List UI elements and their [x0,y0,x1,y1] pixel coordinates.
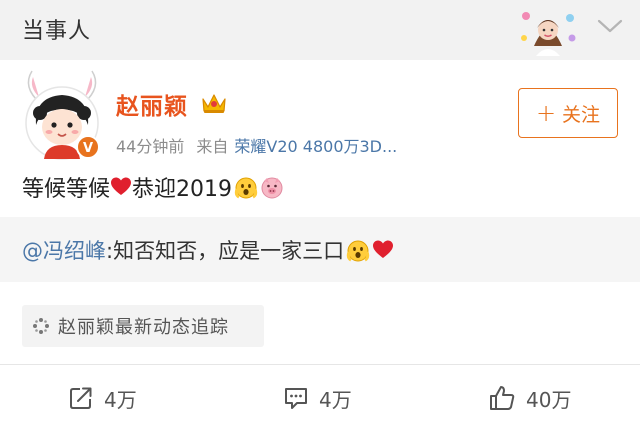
plus-icon: + [535,99,557,127]
repost-body: :知否知否，应是一家三口 [106,239,345,263]
topic-label: 赵丽颖最新动态追踪 [58,317,229,338]
comment-count: 4万 [319,387,352,412]
comment-button[interactable]: 4万 [283,378,352,418]
divider [0,364,640,365]
post-meta: 44分钟前 来自 荣耀V20 4800万3D... [116,133,397,157]
repost-count: 4万 [104,387,137,412]
fearful-face-icon [234,177,258,199]
follow-button[interactable]: + 关注 [518,88,618,138]
heart-icon [373,240,394,258]
post-text-part2: 恭迎2019 [132,177,233,202]
comment-icon [285,388,307,409]
sparkle-icon [33,318,49,334]
cartoon-avatar-icon[interactable]: V [18,67,106,163]
mention-link[interactable]: @冯绍峰 [22,235,106,265]
post-text-part1: 等候等候 [22,177,111,202]
profile-avatar-icon[interactable] [516,4,580,56]
repost-box[interactable]: @冯绍峰 :知否知否，应是一家三口 [0,217,640,282]
follow-label: 关注 [562,103,601,126]
repost-text: @冯绍峰 :知否知否，应是一家三口 [22,235,394,265]
from-label: 来自 [196,137,229,156]
thumbs-up-icon [490,386,515,410]
like-count: 40万 [526,387,572,412]
chevron-down-icon[interactable] [596,16,624,36]
header-bar: 当事人 [0,0,640,60]
device-link[interactable]: 荣耀V20 4800万3D... [234,137,397,156]
username[interactable]: 赵丽颖 [116,87,188,121]
heart-icon [111,177,132,195]
svg-text:V: V [83,141,93,156]
page-title: 当事人 [22,19,92,44]
pig-face-icon [261,177,283,199]
like-button[interactable]: 40万 [488,378,571,418]
crown-icon [202,94,226,113]
weibo-post-page: 当事人 V 赵丽颖 44分钟前 来自 荣耀V20 4800万3D... + 关注… [0,0,640,425]
post-text: 等候等候 恭迎2019 [22,171,284,203]
topic-chip[interactable]: 赵丽颖最新动态追踪 [22,305,264,347]
fearful-face-icon [346,240,370,262]
post-time: 44分钟前 [116,137,185,156]
repost-icon [70,387,92,409]
repost-button[interactable]: 4万 [68,378,137,418]
